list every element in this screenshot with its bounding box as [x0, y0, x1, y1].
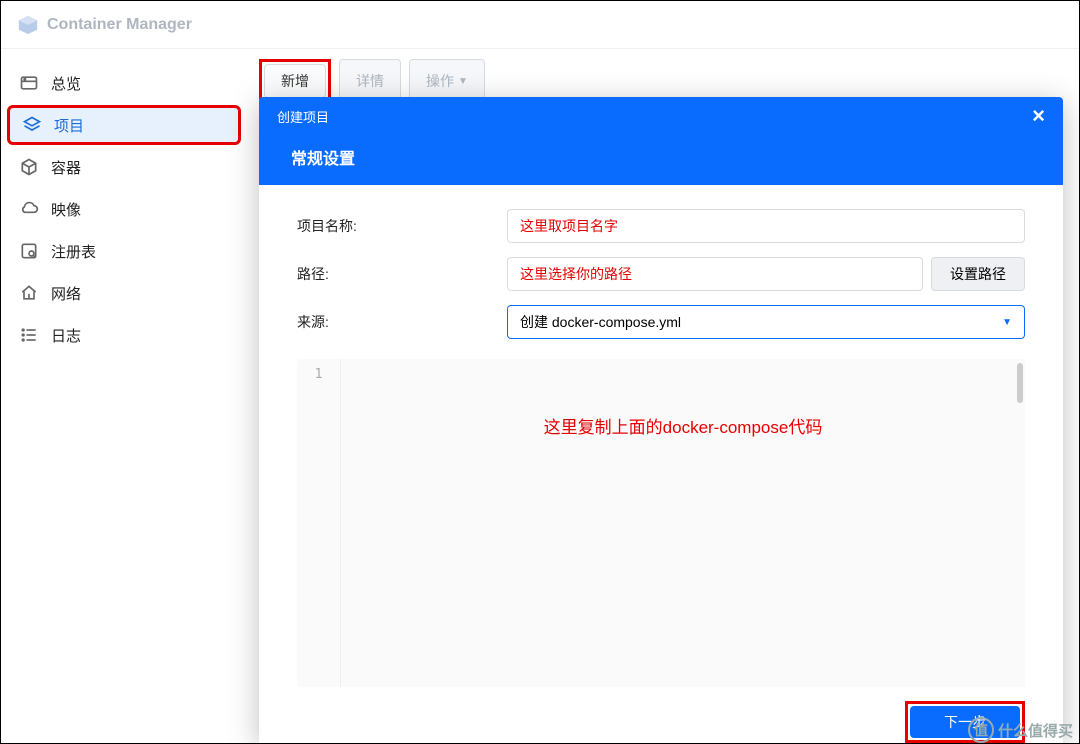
sidebar: 总览 项目 容器 映像 注册表 网络 日志	[1, 49, 247, 743]
path-input[interactable]: 这里选择你的路径	[507, 257, 923, 291]
sidebar-item-network[interactable]: 网络	[7, 273, 241, 313]
modal-header: 创建项目 ×	[259, 97, 1063, 135]
sidebar-item-label: 日志	[51, 325, 81, 346]
network-icon	[19, 283, 39, 303]
sidebar-item-image[interactable]: 映像	[7, 189, 241, 229]
watermark-badge: 值	[968, 717, 994, 743]
source-select[interactable]: 创建 docker-compose.yml ▼	[507, 305, 1025, 339]
add-button[interactable]: 新增	[264, 64, 326, 98]
modal-section-title: 常规设置	[259, 135, 1063, 185]
sidebar-item-label: 映像	[51, 199, 81, 220]
sidebar-item-log[interactable]: 日志	[7, 315, 241, 355]
line-number: 1	[297, 367, 340, 382]
cloud-icon	[19, 199, 39, 219]
sidebar-item-label: 总览	[51, 73, 81, 94]
compose-editor[interactable]: 1 这里复制上面的docker-compose代码	[297, 359, 1025, 687]
main-area: 新增 详情 操作 ▼ 创建项目 × 常规设置 项目名称: 这里取项目名字	[247, 49, 1079, 743]
watermark-text: 什么值得买	[998, 720, 1073, 741]
cube-icon	[19, 157, 39, 177]
project-name-input[interactable]: 这里取项目名字	[507, 209, 1025, 243]
sidebar-item-label: 项目	[54, 115, 84, 136]
app-header: Container Manager	[1, 1, 1079, 49]
sidebar-item-project[interactable]: 项目	[7, 105, 241, 145]
app-title: Container Manager	[47, 16, 192, 34]
sidebar-item-label: 注册表	[51, 241, 96, 262]
editor-gutter: 1	[297, 359, 341, 687]
create-project-modal: 创建项目 × 常规设置 项目名称: 这里取项目名字 路径: 这里选择你的路径 设…	[259, 97, 1063, 743]
layers-icon	[22, 115, 42, 135]
source-label: 来源:	[297, 312, 507, 332]
sidebar-item-registry[interactable]: 注册表	[7, 231, 241, 271]
action-button-label: 操作	[426, 71, 454, 91]
list-icon	[19, 325, 39, 345]
app-logo-icon	[17, 14, 39, 36]
source-select-value: 创建 docker-compose.yml	[520, 312, 681, 332]
chevron-down-icon: ▼	[1002, 317, 1012, 328]
sidebar-item-label: 网络	[51, 283, 81, 304]
sidebar-item-container[interactable]: 容器	[7, 147, 241, 187]
project-name-label: 项目名称:	[297, 216, 507, 236]
editor-annotation: 这里复制上面的docker-compose代码	[341, 413, 1025, 438]
chevron-down-icon: ▼	[458, 76, 468, 87]
modal-title: 创建项目	[277, 107, 329, 126]
sidebar-item-overview[interactable]: 总览	[7, 63, 241, 103]
registry-icon	[19, 241, 39, 261]
set-path-button[interactable]: 设置路径	[931, 257, 1025, 291]
sidebar-item-label: 容器	[51, 157, 81, 178]
close-icon[interactable]: ×	[1032, 103, 1045, 129]
editor-scrollbar[interactable]	[1017, 363, 1023, 403]
overview-icon	[19, 73, 39, 93]
path-label: 路径:	[297, 264, 507, 284]
watermark: 值 什么值得买	[968, 717, 1073, 743]
